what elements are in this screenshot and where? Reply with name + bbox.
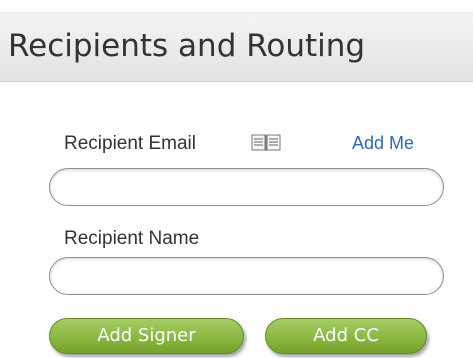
add-cc-button[interactable]: Add CC (265, 318, 427, 354)
recipient-email-input[interactable] (49, 168, 444, 206)
add-me-link[interactable]: Add Me (352, 133, 414, 154)
address-book-icon[interactable] (251, 134, 281, 152)
add-signer-button[interactable]: Add Signer (49, 318, 244, 354)
recipient-name-label: Recipient Name (64, 228, 200, 249)
recipient-name-input[interactable] (49, 257, 444, 295)
recipient-email-label: Recipient Email (64, 133, 196, 154)
page-title: Recipients and Routing (8, 28, 366, 64)
panel-header: Recipients and Routing (0, 12, 473, 82)
recipients-panel: Recipients and Routing Recipient Email A… (0, 0, 473, 358)
